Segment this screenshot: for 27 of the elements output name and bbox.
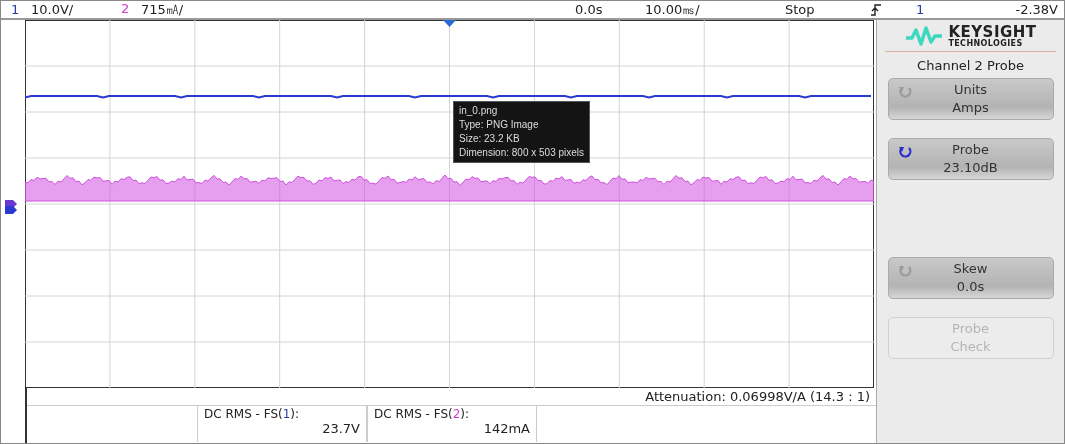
logo-name: KEYSIGHT — [948, 24, 1037, 40]
run-status: Stop — [785, 2, 816, 17]
softkey[interactable]: Units Amps — [887, 78, 1054, 120]
attenuation-text: Attenuation: 0.06998V/A (14.3 : 1) — [645, 389, 870, 404]
logo-subtitle: TECHNOLOGIES — [948, 39, 1024, 48]
tooltip-line: Dimension: 800 x 503 pixels — [459, 146, 585, 160]
time-delay: 0.0s — [575, 2, 604, 17]
trigger-edge-icon — [870, 2, 882, 17]
trigger-position-icon — [443, 20, 456, 27]
measurement-label: DC RMS - FS(2): — [374, 407, 471, 421]
measurement-value: 23.7V — [322, 421, 360, 436]
time-scale: 10.00㎳/ — [645, 1, 701, 19]
logo-wave-icon — [904, 24, 945, 48]
tooltip-line: Type: PNG Image — [459, 118, 540, 132]
channel-number: 2 — [120, 1, 131, 18]
tooltip-line: Size: 23.2 KB — [459, 132, 521, 146]
channel-number: 1 — [10, 2, 21, 17]
panel-title: Channel 2 Probe — [917, 58, 1024, 73]
softkey[interactable]: Skew 0.0s — [887, 257, 1054, 299]
trigger-channel: 1 — [916, 2, 926, 17]
measurement-label: DC RMS - FS(1): — [204, 407, 301, 421]
channel-scale: 715㎃/ — [141, 1, 185, 19]
channel-scale: 10.0V/ — [31, 2, 75, 17]
tooltip-line: in_0.png — [459, 104, 499, 118]
softkey[interactable]: Probe 23.10dB — [887, 138, 1054, 180]
trigger-level: -2.38V — [1015, 2, 1059, 17]
measurement-value: 142mA — [483, 421, 530, 436]
